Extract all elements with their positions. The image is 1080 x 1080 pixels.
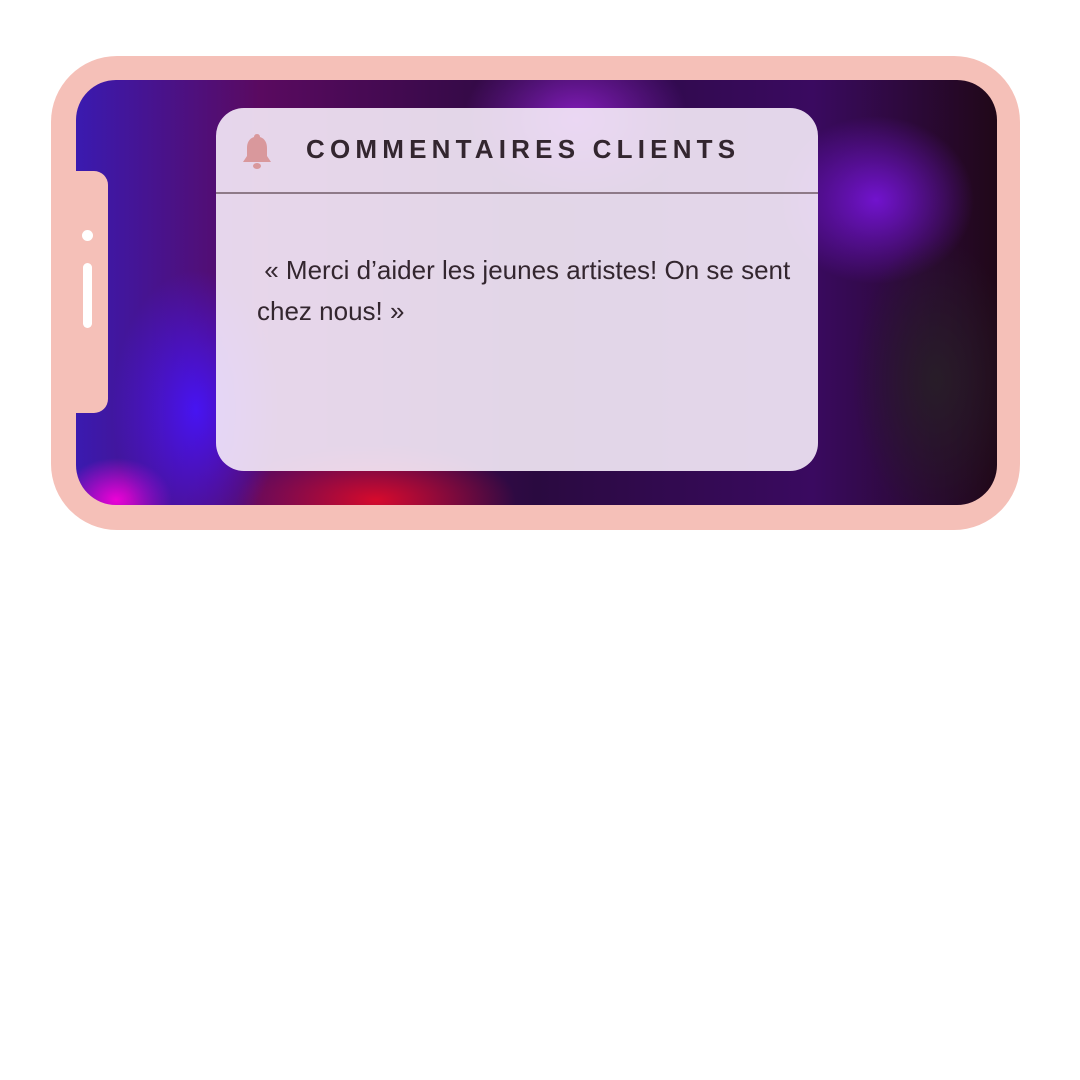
camera-dot xyxy=(82,230,93,241)
phone-side-notch xyxy=(76,171,108,413)
speaker-bar xyxy=(83,263,92,328)
card-title: COMMENTAIRES CLIENTS xyxy=(306,134,741,164)
divider xyxy=(216,192,818,194)
notification-card: COMMENTAIRES CLIENTS « Merci d’aider les… xyxy=(216,108,818,471)
testimonial-quote: « Merci d’aider les jeunes artistes! On … xyxy=(257,255,791,326)
bell-icon xyxy=(243,134,271,169)
